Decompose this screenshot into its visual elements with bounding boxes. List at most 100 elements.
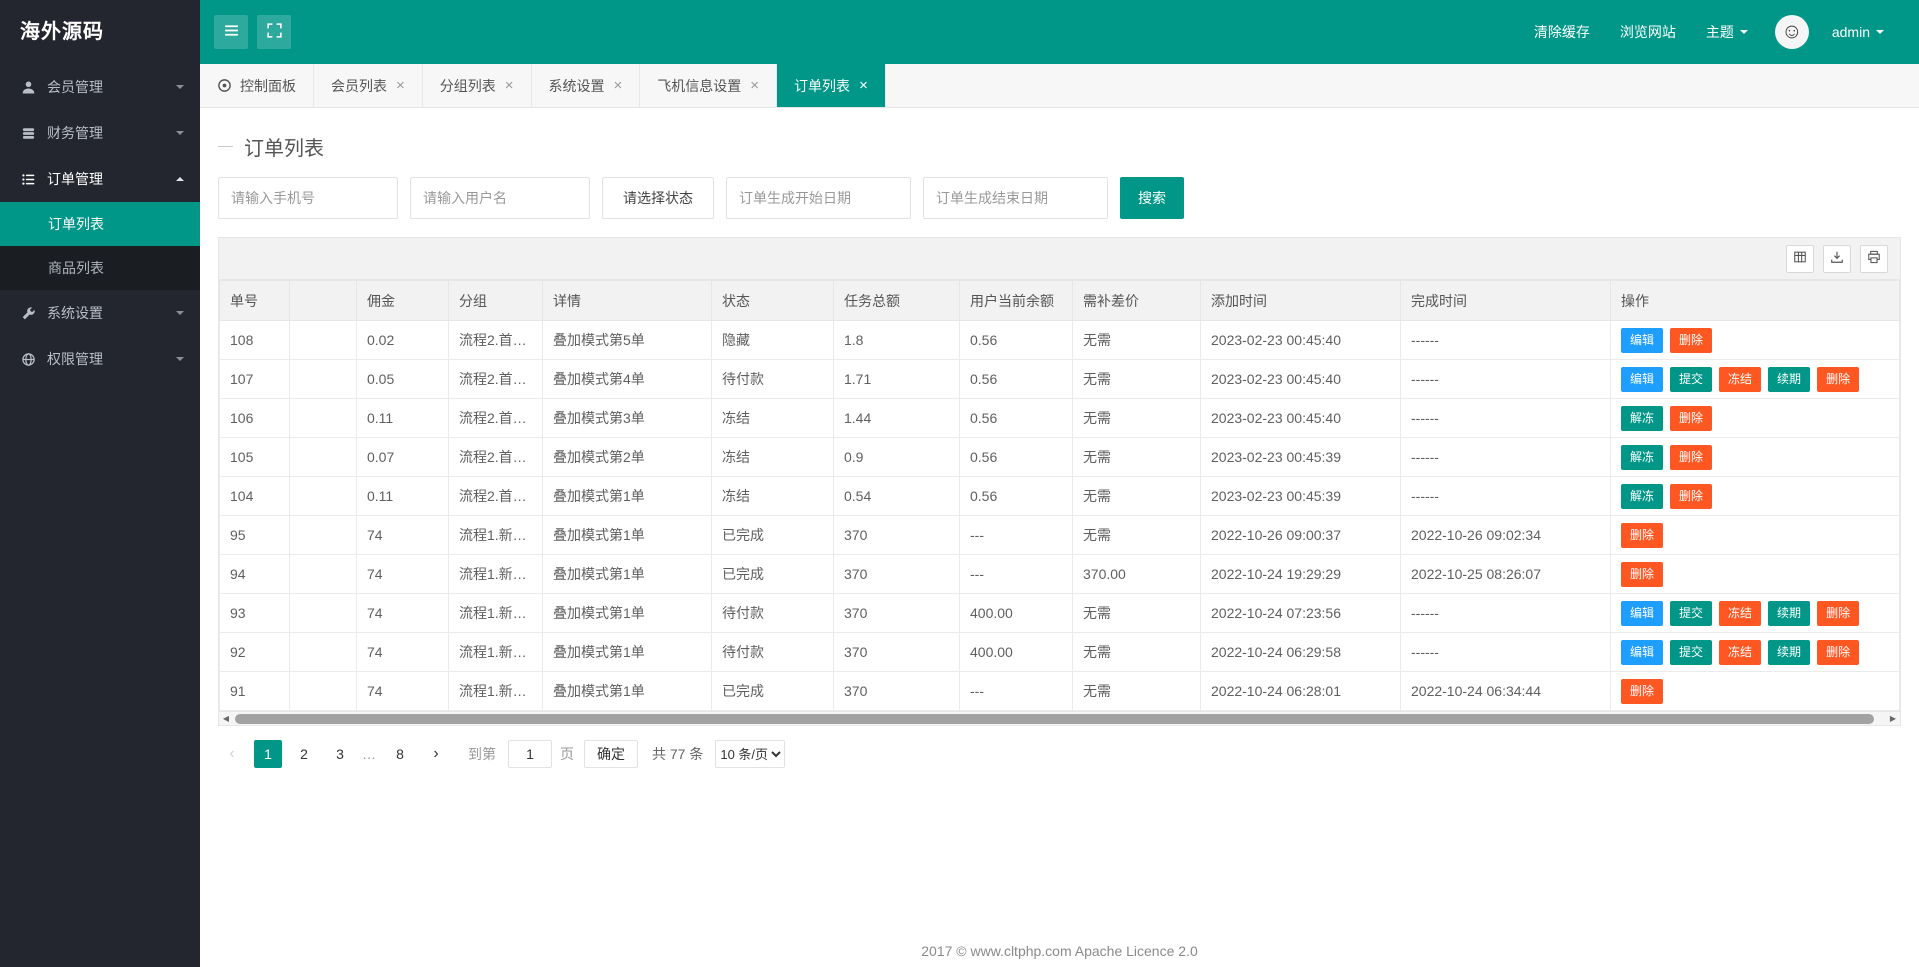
delete-button[interactable]: 删除 — [1670, 405, 1713, 431]
delete-button[interactable]: 删除 — [1621, 678, 1664, 704]
delete-button[interactable]: 删除 — [1817, 639, 1860, 665]
table-cell: 2023-02-23 00:45:39 — [1200, 437, 1401, 477]
sidebar-item-1[interactable]: 会员管理 — [0, 64, 200, 110]
browse-site-link[interactable]: 浏览网站 — [1605, 22, 1691, 42]
fullscreen-button[interactable] — [257, 15, 291, 49]
table-cell: 400.00 — [959, 632, 1073, 672]
unfreeze-button[interactable]: 解冻 — [1621, 444, 1664, 470]
next-page-button[interactable]: › — [422, 740, 450, 768]
table-cell: 已完成 — [711, 515, 834, 555]
avatar[interactable]: ☺ — [1774, 15, 1809, 49]
sidebar-item-5[interactable]: 权限管理 — [0, 336, 200, 382]
tab-label: 会员列表 — [331, 77, 387, 94]
sidebar-item-3[interactable]: 订单管理 — [0, 156, 200, 202]
table-cell: 叠加模式第3单 — [542, 398, 712, 438]
sidebar-item-label: 订单管理 — [47, 171, 103, 187]
tab-1[interactable]: 控制面板 — [200, 64, 314, 107]
sidebar-subitem-1[interactable]: 订单列表 — [0, 202, 200, 246]
delete-button[interactable]: 删除 — [1817, 366, 1860, 392]
order-icon — [20, 171, 36, 187]
table-cell — [289, 554, 357, 594]
table-row: 107 0.05 流程2.首… 叠加模式第4单 待付款 1.71 0.56 无需 2023-02… — [219, 359, 1900, 399]
print-button[interactable] — [1860, 244, 1888, 273]
scrollbar-thumb[interactable] — [235, 714, 1874, 724]
phone-input[interactable] — [218, 177, 398, 219]
page-3-button[interactable]: 3 — [326, 740, 354, 768]
close-icon[interactable]: × — [505, 78, 514, 93]
delete-button[interactable]: 删除 — [1670, 444, 1713, 470]
delete-button[interactable]: 删除 — [1621, 561, 1664, 587]
edit-button[interactable]: 编辑 — [1621, 600, 1664, 626]
close-icon[interactable]: × — [614, 78, 623, 93]
table-cell — [289, 437, 357, 477]
horizontal-scrollbar[interactable]: ◀ ▶ — [219, 711, 1900, 725]
column-header: 任务总额 — [833, 280, 960, 321]
page-1-button[interactable]: 1 — [254, 740, 282, 768]
tab-4[interactable]: 系统设置 × — [532, 64, 641, 107]
menu-toggle-button[interactable] — [214, 15, 248, 49]
sidebar-item-2[interactable]: 财务管理 — [0, 110, 200, 156]
tab-3[interactable]: 分组列表 × — [423, 64, 532, 107]
scroll-right-icon[interactable]: ▶ — [1886, 712, 1900, 726]
start-date-input[interactable] — [726, 177, 911, 219]
table-cell: 冻结 — [711, 437, 834, 477]
end-date-input[interactable] — [923, 177, 1108, 219]
close-icon[interactable]: × — [396, 78, 405, 93]
user-dropdown[interactable]: admin — [1817, 24, 1899, 40]
page-size-select[interactable]: 10 条/页 — [715, 740, 786, 768]
table-cell: 0.54 — [833, 476, 960, 516]
tab-label: 控制面板 — [240, 77, 296, 94]
submit-button[interactable]: 提交 — [1670, 366, 1713, 392]
status-select[interactable]: 请选择状态 — [602, 177, 714, 219]
delete-button[interactable]: 删除 — [1621, 522, 1664, 548]
table-cell — [289, 320, 357, 360]
edit-button[interactable]: 编辑 — [1621, 639, 1664, 665]
close-icon[interactable]: × — [750, 78, 759, 93]
unfreeze-button[interactable]: 解冻 — [1621, 405, 1664, 431]
renew-button[interactable]: 续期 — [1768, 639, 1811, 665]
edit-button[interactable]: 编辑 — [1621, 366, 1664, 392]
page-2-button[interactable]: 2 — [290, 740, 318, 768]
edit-button[interactable]: 编辑 — [1621, 327, 1664, 353]
clear-cache-link[interactable]: 清除缓存 — [1519, 22, 1605, 42]
table-cell: 叠加模式第1单 — [542, 671, 712, 711]
freeze-button[interactable]: 冻结 — [1719, 366, 1762, 392]
search-button[interactable]: 搜索 — [1120, 177, 1184, 219]
tab-5[interactable]: 飞机信息设置 × — [640, 64, 778, 107]
table-cell: 无需 — [1072, 320, 1201, 360]
table-cell: 流程2.首… — [448, 359, 543, 399]
page-8-button[interactable]: 8 — [386, 740, 414, 768]
freeze-button[interactable]: 冻结 — [1719, 639, 1762, 665]
renew-button[interactable]: 续期 — [1768, 600, 1811, 626]
delete-button[interactable]: 删除 — [1670, 483, 1713, 509]
submit-button[interactable]: 提交 — [1670, 639, 1713, 665]
prev-page-button[interactable]: ‹ — [218, 740, 246, 768]
export-button[interactable] — [1823, 244, 1851, 273]
footer-text: 2017 © www.cltphp.com Apache Licence 2.0 — [921, 943, 1198, 959]
confirm-button[interactable]: 确定 — [584, 740, 638, 768]
sidebar-subitem-2[interactable]: 商品列表 — [0, 246, 200, 290]
close-icon[interactable]: × — [859, 78, 868, 93]
table-cell: 74 — [356, 554, 449, 594]
renew-button[interactable]: 续期 — [1768, 366, 1811, 392]
unfreeze-button[interactable]: 解冻 — [1621, 483, 1664, 509]
table-cell: 待付款 — [711, 593, 834, 633]
delete-button[interactable]: 删除 — [1817, 600, 1860, 626]
tab-2[interactable]: 会员列表 × — [314, 64, 423, 107]
table-cell: 流程1.新… — [448, 671, 543, 711]
username-input[interactable] — [410, 177, 590, 219]
table-cell: 0.56 — [959, 476, 1073, 516]
sidebar-item-4[interactable]: 系统设置 — [0, 290, 200, 336]
table-cell: 1.71 — [833, 359, 960, 399]
freeze-button[interactable]: 冻结 — [1719, 600, 1762, 626]
jump-page-input[interactable] — [508, 740, 552, 768]
table-cell: 已完成 — [711, 554, 834, 594]
filter-columns-button[interactable] — [1786, 244, 1814, 273]
theme-dropdown[interactable]: 主题 — [1691, 22, 1763, 42]
username-label: admin — [1831, 24, 1870, 40]
tab-6[interactable]: 订单列表 × — [777, 64, 886, 107]
submit-button[interactable]: 提交 — [1670, 600, 1713, 626]
scroll-left-icon[interactable]: ◀ — [219, 712, 233, 726]
table-cell: 待付款 — [711, 632, 834, 672]
delete-button[interactable]: 删除 — [1670, 327, 1713, 353]
